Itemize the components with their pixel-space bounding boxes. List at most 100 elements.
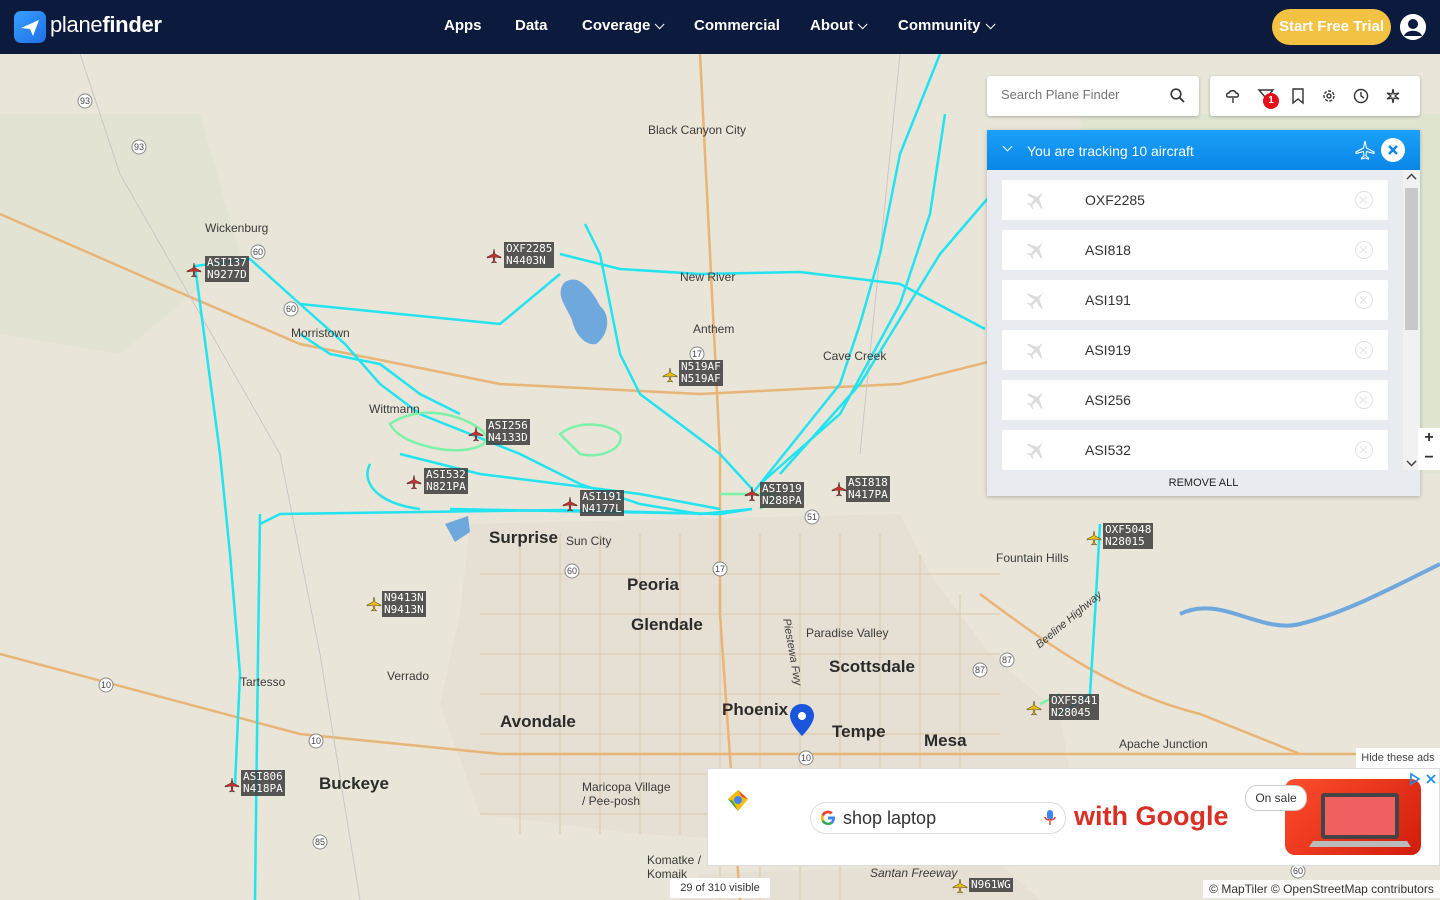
close-panel-button[interactable] (1381, 138, 1405, 162)
remove-aircraft-icon[interactable] (1355, 441, 1373, 459)
aircraft-label[interactable]: N9413N N9413N (382, 591, 426, 617)
nav-coverage[interactable]: Coverage (582, 17, 665, 34)
aircraft-icon[interactable] (406, 474, 422, 490)
aircraft-callsign: N961WG (971, 878, 1011, 891)
settings-gear-icon[interactable] (1320, 87, 1338, 105)
map-attribution[interactable]: © MapTiler © OpenStreetMap contributors (1203, 880, 1440, 898)
aircraft-label[interactable]: ASI919 N288PA (760, 482, 804, 508)
google-g-icon (820, 810, 835, 825)
svg-text:17: 17 (715, 564, 725, 574)
tracked-aircraft-list: OXF2285 ASI818 ASI191 ASI919 ASI256 ASI532 (987, 170, 1420, 470)
nav-data[interactable]: Data (515, 17, 548, 34)
plane-icon (1026, 292, 1044, 310)
place-label: Komatke / Komaik (647, 853, 702, 881)
brand-name[interactable]: planefinder (50, 12, 162, 38)
aircraft-label[interactable]: OXF5841 N28045 (1049, 694, 1100, 720)
list-scrollbar[interactable] (1403, 170, 1420, 470)
nav-apps[interactable]: Apps (444, 17, 482, 34)
zoom-out-button[interactable]: − (1418, 448, 1440, 468)
tracked-aircraft-row[interactable]: ASI256 (1002, 380, 1388, 420)
aircraft-label[interactable]: ASI191 N4177L (580, 490, 624, 516)
start-free-trial-button[interactable]: Start Free Trial (1272, 9, 1391, 45)
svg-text:10: 10 (801, 753, 811, 763)
tracked-aircraft-row[interactable]: ASI919 (1002, 330, 1388, 370)
history-clock-icon[interactable] (1352, 87, 1370, 105)
visible-count: 29 of 310 visible (670, 878, 770, 898)
aircraft-registration: N519AF (681, 372, 721, 385)
zoom-control: + − (1418, 428, 1440, 470)
svg-text:87: 87 (975, 665, 985, 675)
aircraft-icon[interactable] (1086, 530, 1102, 546)
plane-icon (1026, 342, 1044, 360)
aircraft-icon[interactable] (744, 486, 760, 502)
chevron-down-icon[interactable] (1002, 141, 1013, 152)
nav-commercial[interactable]: Commercial (694, 17, 780, 34)
aircraft-registration: N4177L (582, 502, 622, 515)
remove-all-button[interactable]: REMOVE ALL (987, 470, 1420, 496)
place-label: Wickenburg (205, 221, 269, 235)
planefinder-logo-icon[interactable] (14, 11, 46, 43)
weather-icon[interactable] (1224, 87, 1242, 105)
scroll-up-icon[interactable] (1403, 170, 1420, 184)
tracked-aircraft-row[interactable]: ASI191 (1002, 280, 1388, 320)
aircraft-icon[interactable] (224, 777, 240, 793)
aircraft-icon[interactable] (1026, 700, 1042, 716)
bookmark-icon[interactable] (1289, 87, 1307, 105)
place-label: Phoenix (722, 700, 789, 719)
microphone-icon (1044, 810, 1056, 825)
nav-community[interactable]: Community (898, 17, 996, 34)
tracked-aircraft-row[interactable]: ASI818 (1002, 230, 1388, 270)
top-nav: planefinder Apps Data Coverage Commercia… (0, 0, 1440, 54)
adchoices-icon[interactable] (1408, 772, 1422, 786)
scrollbar-thumb[interactable] (1405, 188, 1418, 330)
google-shopping-icon (728, 790, 748, 811)
playback-icon[interactable] (1384, 87, 1402, 105)
close-icon (1388, 145, 1398, 155)
aircraft-label[interactable]: ASI137 N9277D (205, 256, 249, 282)
advertisement[interactable]: shop laptop with Google On sale (707, 768, 1440, 866)
search-icon[interactable] (1170, 88, 1185, 103)
remove-aircraft-icon[interactable] (1355, 391, 1373, 409)
tracked-aircraft-callsign: ASI191 (1085, 292, 1131, 308)
aircraft-icon[interactable] (366, 596, 382, 612)
place-label: Surprise (489, 528, 558, 547)
nav-about[interactable]: About (810, 17, 868, 34)
remove-aircraft-icon[interactable] (1355, 191, 1373, 209)
plane-icon (1026, 442, 1044, 460)
aircraft-label[interactable]: ASI818 N417PA (846, 476, 890, 502)
chevron-down-icon (857, 19, 868, 30)
aircraft-icon[interactable] (831, 481, 847, 497)
aircraft-label[interactable]: ASI256 N4133D (486, 419, 530, 445)
user-account-icon[interactable] (1400, 14, 1426, 40)
aircraft-icon[interactable] (468, 426, 484, 442)
aircraft-icon[interactable] (952, 878, 968, 894)
aircraft-label[interactable]: N961WG (969, 878, 1013, 892)
zoom-in-button[interactable]: + (1418, 428, 1440, 448)
aircraft-label[interactable]: ASI532 N821PA (424, 468, 468, 494)
place-label: Mesa (924, 731, 967, 750)
plane-outline-icon (1355, 140, 1375, 160)
place-label: Peoria (627, 575, 679, 594)
aircraft-icon[interactable] (562, 496, 578, 512)
aircraft-label[interactable]: OXF5048 N28015 (1103, 523, 1154, 549)
tracked-aircraft-row[interactable]: ASI532 (1002, 430, 1388, 470)
aircraft-label[interactable]: OXF2285 N4403N (504, 242, 555, 268)
aircraft-icon[interactable] (186, 262, 202, 278)
aircraft-icon[interactable] (662, 367, 678, 383)
hide-ads-link[interactable]: Hide these ads (1356, 748, 1440, 768)
tracked-aircraft-row[interactable]: OXF2285 (1002, 180, 1388, 220)
tracking-panel-header[interactable]: You are tracking 10 aircraft (987, 130, 1420, 170)
svg-text:87: 87 (1002, 655, 1012, 665)
remove-aircraft-icon[interactable] (1355, 291, 1373, 309)
remove-aircraft-icon[interactable] (1355, 241, 1373, 259)
close-ad-icon[interactable] (1424, 772, 1438, 786)
aircraft-icon[interactable] (486, 248, 502, 264)
place-label: Black Canyon City (648, 123, 747, 137)
place-label: Cave Creek (823, 349, 887, 363)
search-input[interactable] (999, 86, 1163, 103)
aircraft-label[interactable]: N519AF N519AF (679, 360, 723, 386)
svg-text:10: 10 (101, 680, 111, 690)
remove-aircraft-icon[interactable] (1355, 341, 1373, 359)
aircraft-label[interactable]: ASI806 N418PA (241, 770, 285, 796)
tracked-aircraft-callsign: ASI818 (1085, 242, 1131, 258)
